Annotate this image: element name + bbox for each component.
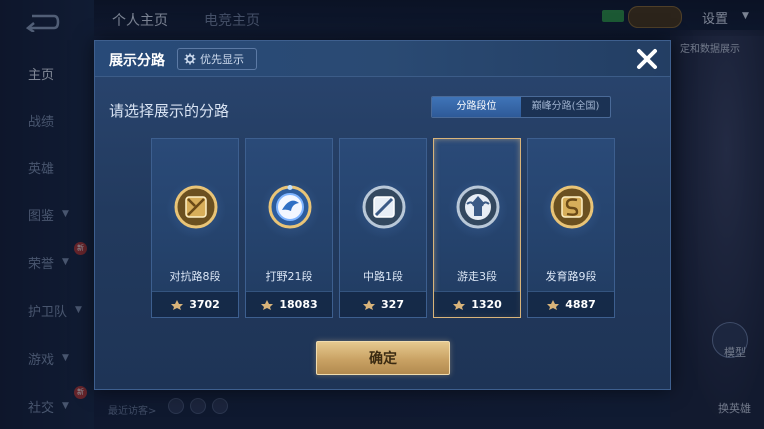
lane-card-selected[interactable]: 游走3段 1320 — [433, 138, 521, 318]
lane-score-bar: 18083 — [246, 291, 332, 317]
lane-rank-label: 中路1段 — [363, 270, 403, 283]
roam-emblem-icon — [456, 185, 500, 229]
lane-card[interactable]: 打野21段 18083 — [245, 138, 333, 318]
toggle-peak-lane[interactable]: 巅峰分路(全国) — [521, 97, 610, 117]
rank-star-icon — [547, 299, 560, 310]
lane-card[interactable]: 中路1段 327 — [339, 138, 427, 318]
close-icon — [637, 49, 657, 69]
rank-star-icon — [453, 299, 466, 310]
lane-rank-label: 打野21段 — [265, 270, 313, 283]
rank-star-icon — [261, 299, 274, 310]
clash-lane-emblem-icon — [174, 185, 218, 229]
lane-score: 327 — [381, 298, 404, 311]
gear-icon — [184, 53, 196, 65]
toggle-lane-rank[interactable]: 分路段位 — [432, 97, 521, 117]
jungle-emblem-icon — [268, 185, 312, 229]
lane-rank-label: 对抗路8段 — [169, 270, 221, 283]
lane-score-bar: 327 — [340, 291, 426, 317]
dialog-title: 展示分路 — [109, 53, 165, 69]
lane-rank-label: 发育路9段 — [545, 270, 597, 283]
dialog-header: 展示分路 优先显示 — [95, 41, 670, 77]
confirm-button[interactable]: 确定 — [316, 341, 450, 375]
lane-score-bar: 4887 — [528, 291, 614, 317]
lane-score: 1320 — [471, 298, 502, 311]
lane-score: 3702 — [189, 298, 220, 311]
mid-lane-emblem-icon — [362, 185, 406, 229]
lane-display-dialog: 展示分路 优先显示 请选择展示的分路 分路段位 巅峰分路(全国) 对抗路8段 3… — [94, 40, 671, 390]
lane-score: 18083 — [279, 298, 318, 311]
close-button[interactable] — [630, 43, 664, 75]
lane-score-bar: 3702 — [152, 291, 238, 317]
lane-rank-label: 游走3段 — [457, 270, 497, 283]
rank-star-icon — [363, 299, 376, 310]
dialog-subtitle: 请选择展示的分路 — [109, 102, 230, 120]
priority-display-label: 优先显示 — [200, 53, 244, 66]
farm-lane-emblem-icon — [550, 185, 594, 229]
lane-card[interactable]: 对抗路8段 3702 — [151, 138, 239, 318]
lane-mode-toggle: 分路段位 巅峰分路(全国) — [431, 96, 611, 118]
lane-score-bar: 1320 — [434, 291, 520, 317]
lane-score: 4887 — [565, 298, 596, 311]
lane-card[interactable]: 发育路9段 4887 — [527, 138, 615, 318]
priority-display-chip[interactable]: 优先显示 — [177, 48, 257, 70]
rank-star-icon — [171, 299, 184, 310]
